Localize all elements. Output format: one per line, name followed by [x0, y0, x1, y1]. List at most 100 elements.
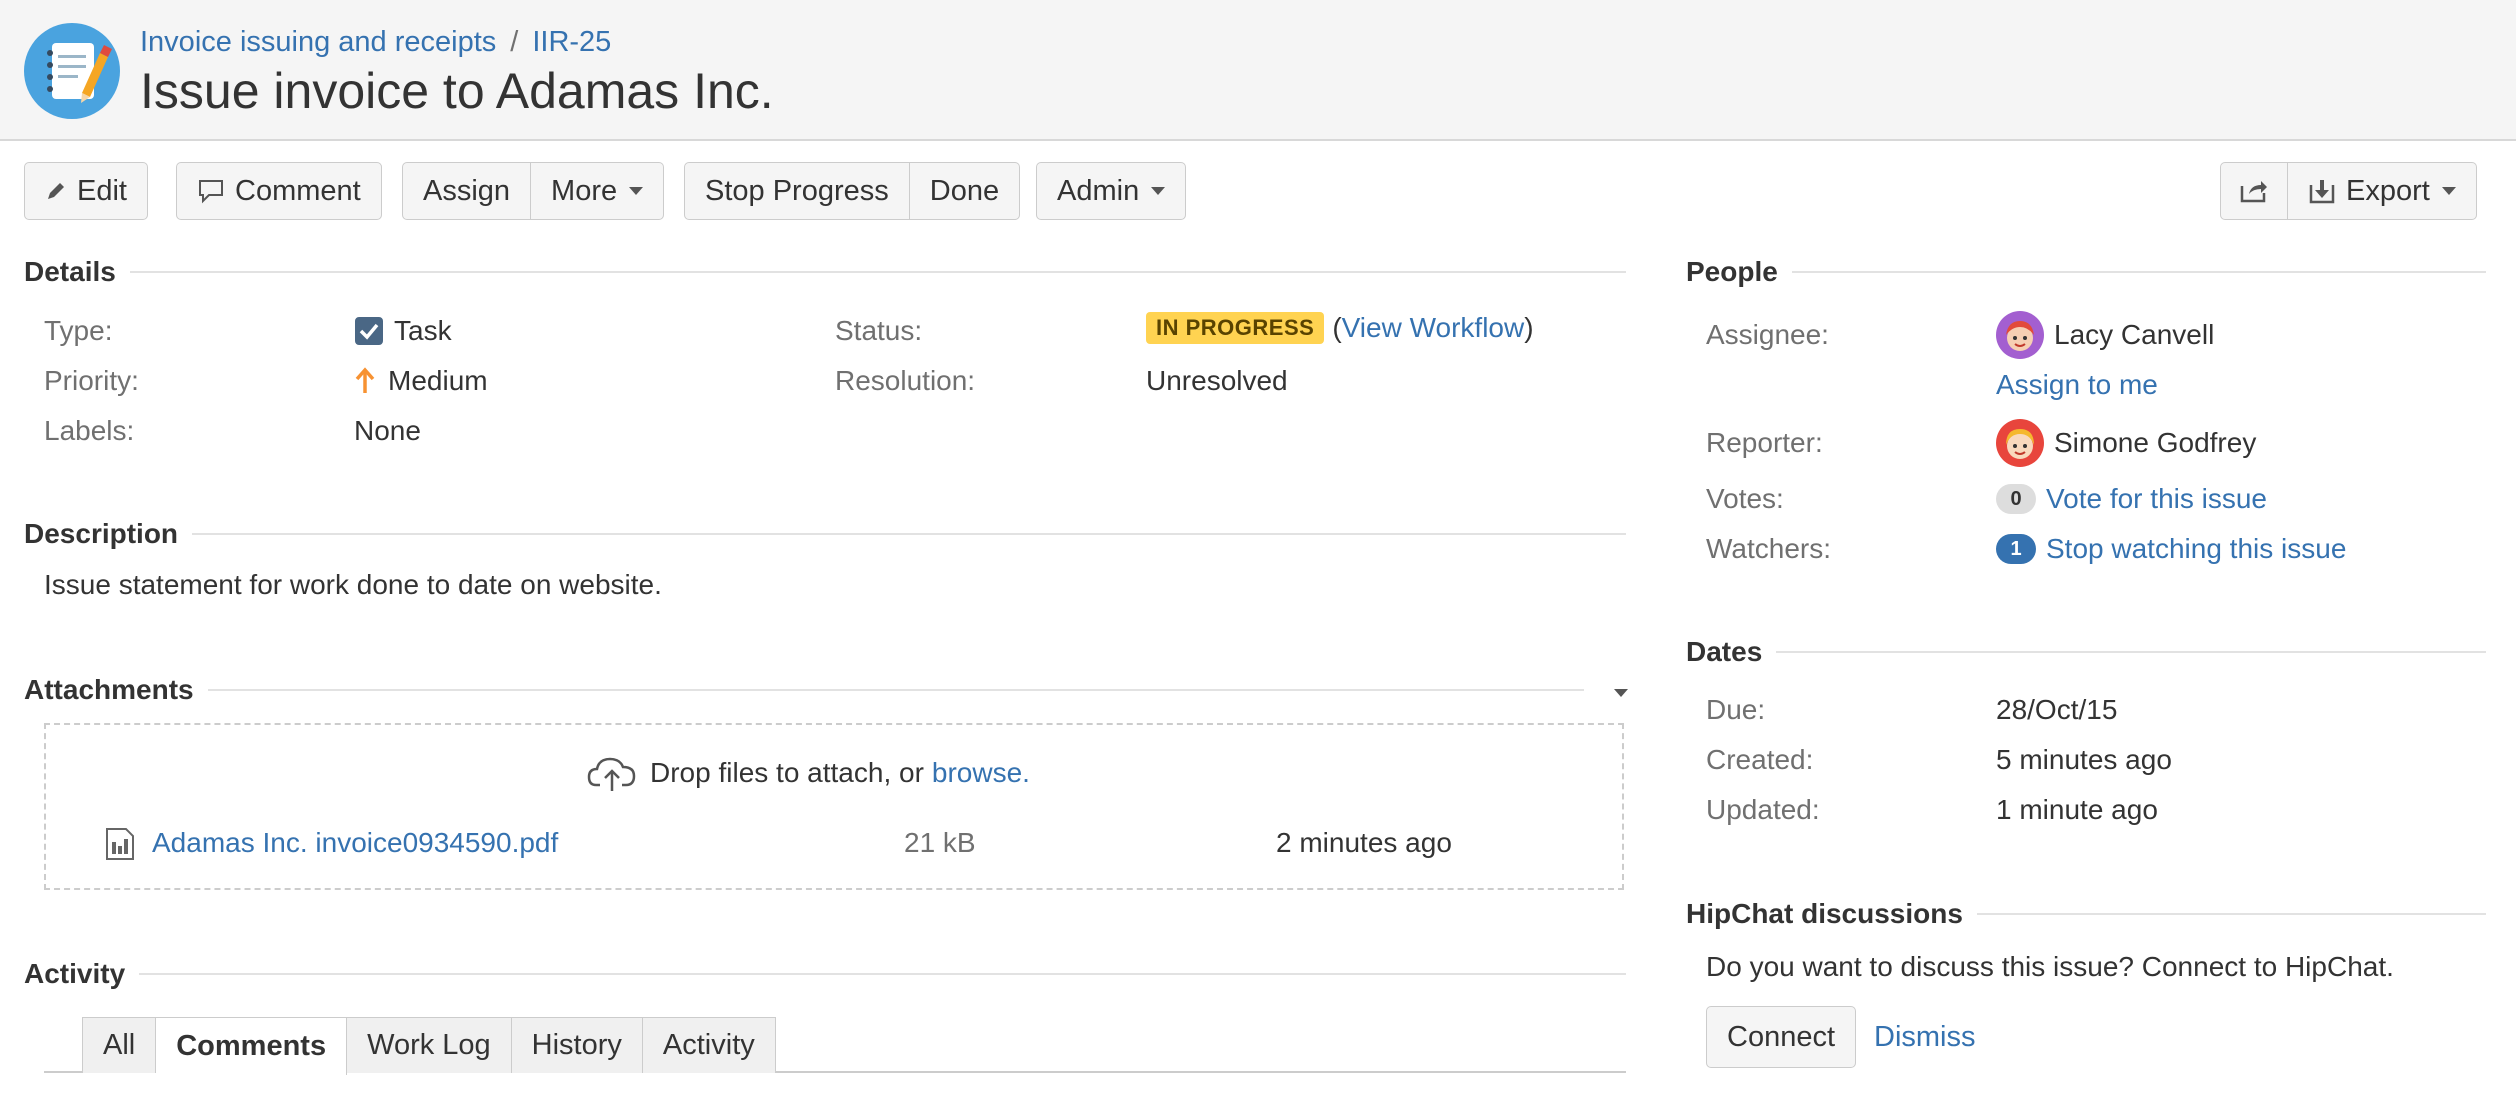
status-value: IN PROGRESS (View Workflow) — [1146, 312, 1534, 344]
workflow-paren-close: ) — [1524, 312, 1534, 343]
edit-label: Edit — [77, 174, 127, 207]
hipchat-heading: HipChat discussions — [1686, 898, 1963, 929]
votes-count-badge: 0 — [1996, 484, 2036, 514]
section-divider — [207, 689, 1584, 691]
export-dropdown-button[interactable]: Export — [2288, 162, 2477, 220]
hipchat-section-header[interactable]: HipChat discussions — [1686, 898, 2486, 930]
labels-value: None — [354, 415, 421, 446]
resolution-value: Unresolved — [1146, 365, 1288, 396]
workflow-paren-open: ( — [1332, 312, 1342, 343]
browse-link[interactable]: browse. — [932, 757, 1030, 789]
chevron-down-icon — [1151, 187, 1166, 195]
section-divider — [129, 271, 1626, 273]
watch-link[interactable]: Stop watching this issue — [2046, 533, 2346, 565]
details-heading: Details — [24, 256, 116, 287]
attachment-size: 21 kB — [904, 827, 976, 858]
admin-group: Admin — [1036, 162, 1187, 222]
share-icon — [2239, 178, 2269, 204]
assignee-label: Assignee: — [1706, 319, 1829, 350]
priority-label: Priority: — [44, 365, 139, 396]
description-heading: Description — [24, 518, 179, 549]
type-text: Task — [394, 315, 452, 346]
attachment-file-link[interactable]: Adamas Inc. invoice0934590.pdf — [152, 827, 558, 859]
section-divider — [1776, 651, 2486, 653]
section-divider — [139, 973, 1626, 975]
comment-button[interactable]: Comment — [176, 162, 382, 220]
tab-history[interactable]: History — [511, 1017, 643, 1073]
description-text[interactable]: Issue statement for work done to date on… — [44, 569, 662, 601]
breadcrumb: Invoice issuing and receipts / IIR-25 — [140, 26, 611, 59]
stop-progress-button[interactable]: Stop Progress — [684, 162, 910, 220]
admin-label: Admin — [1057, 174, 1140, 207]
dismiss-link[interactable]: Dismiss — [1874, 1021, 1976, 1054]
tab-all[interactable]: All — [82, 1017, 157, 1073]
due-label: Due: — [1706, 694, 1766, 725]
activity-heading: Activity — [24, 958, 126, 989]
drop-text: Drop files to attach, or — [650, 757, 924, 788]
export-label: Export — [2346, 174, 2430, 207]
arrow-up-icon — [354, 367, 376, 395]
workflow-group: Stop Progress Done — [684, 162, 1021, 222]
share-button[interactable] — [2220, 162, 2288, 220]
issue-header: Invoice issuing and receipts / IIR-25 Issu… — [0, 0, 2516, 141]
edit-group: Edit — [24, 162, 148, 222]
activity-section-header[interactable]: Activity — [24, 958, 1626, 990]
details-section-header[interactable]: Details — [24, 256, 1626, 288]
connect-button[interactable]: Connect — [1706, 1006, 1857, 1068]
more-dropdown-button[interactable]: More — [531, 162, 665, 220]
attachments-section-header[interactable]: Attachments — [24, 674, 1584, 706]
due-value: 28/Oct/15 — [1996, 694, 2118, 725]
description-section-header[interactable]: Description — [24, 518, 1626, 550]
hipchat-prompt: Do you want to discuss this issue? Conne… — [1706, 951, 2394, 982]
attachments-heading: Attachments — [24, 674, 194, 705]
edit-button[interactable]: Edit — [24, 162, 148, 220]
updated-label: Updated: — [1706, 794, 1820, 825]
tab-activity[interactable]: Activity — [642, 1017, 776, 1073]
dates-section-header[interactable]: Dates — [1686, 636, 2486, 668]
avatar[interactable] — [1996, 311, 2044, 359]
votes-label: Votes: — [1706, 483, 1784, 514]
resolution-label: Resolution: — [835, 365, 976, 396]
avatar[interactable] — [1996, 419, 2044, 467]
page-title: Issue invoice to Adamas Inc. — [140, 63, 774, 119]
updated-value: 1 minute ago — [1996, 794, 2158, 825]
section-divider — [1791, 271, 2486, 273]
status-badge: IN PROGRESS — [1146, 312, 1325, 344]
more-label: More — [551, 174, 618, 207]
tab-work-log[interactable]: Work Log — [347, 1017, 512, 1073]
attachment-date: 2 minutes ago — [1276, 827, 1452, 858]
watchers-count-badge: 1 — [1996, 534, 2036, 564]
labels-label: Labels: — [44, 415, 135, 446]
people-section-header[interactable]: People — [1686, 256, 2486, 288]
speech-bubble-icon — [197, 178, 225, 204]
attachment-dropzone[interactable]: Drop files to attach, or browse. Adamas … — [44, 723, 1624, 890]
share-export-group: Export — [2220, 162, 2477, 222]
cloud-upload-icon — [586, 753, 638, 793]
section-divider — [192, 533, 1626, 535]
drop-instruction: Drop files to attach, or browse. — [586, 753, 1030, 793]
done-button[interactable]: Done — [909, 162, 1021, 220]
priority-text: Medium — [388, 365, 488, 396]
breadcrumb-project-link[interactable]: Invoice issuing and receipts — [140, 26, 496, 58]
project-avatar-icon[interactable] — [24, 23, 120, 119]
status-label: Status: — [835, 315, 923, 346]
vote-link[interactable]: Vote for this issue — [2046, 483, 2267, 515]
comment-group: Comment — [176, 162, 382, 222]
reporter-label: Reporter: — [1706, 427, 1823, 458]
tab-comments[interactable]: Comments — [156, 1017, 348, 1075]
chevron-down-icon[interactable] — [1614, 689, 1628, 697]
admin-dropdown-button[interactable]: Admin — [1036, 162, 1187, 220]
type-label: Type: — [44, 315, 113, 346]
assign-to-me-link[interactable]: Assign to me — [1996, 369, 2158, 401]
chevron-down-icon — [629, 187, 644, 195]
breadcrumb-separator: / — [510, 26, 519, 58]
created-value: 5 minutes ago — [1996, 744, 2172, 775]
comment-label: Comment — [235, 174, 361, 207]
view-workflow-link[interactable]: View Workflow — [1342, 312, 1525, 344]
assign-button[interactable]: Assign — [402, 162, 532, 220]
activity-tabs: All Comments Work Log History Activity — [82, 1017, 776, 1075]
document-icon — [104, 827, 136, 861]
breadcrumb-issue-key-link[interactable]: IIR-25 — [532, 26, 611, 58]
assignee-name: Lacy Canvell — [2054, 319, 2215, 350]
chevron-down-icon — [2441, 187, 2456, 195]
